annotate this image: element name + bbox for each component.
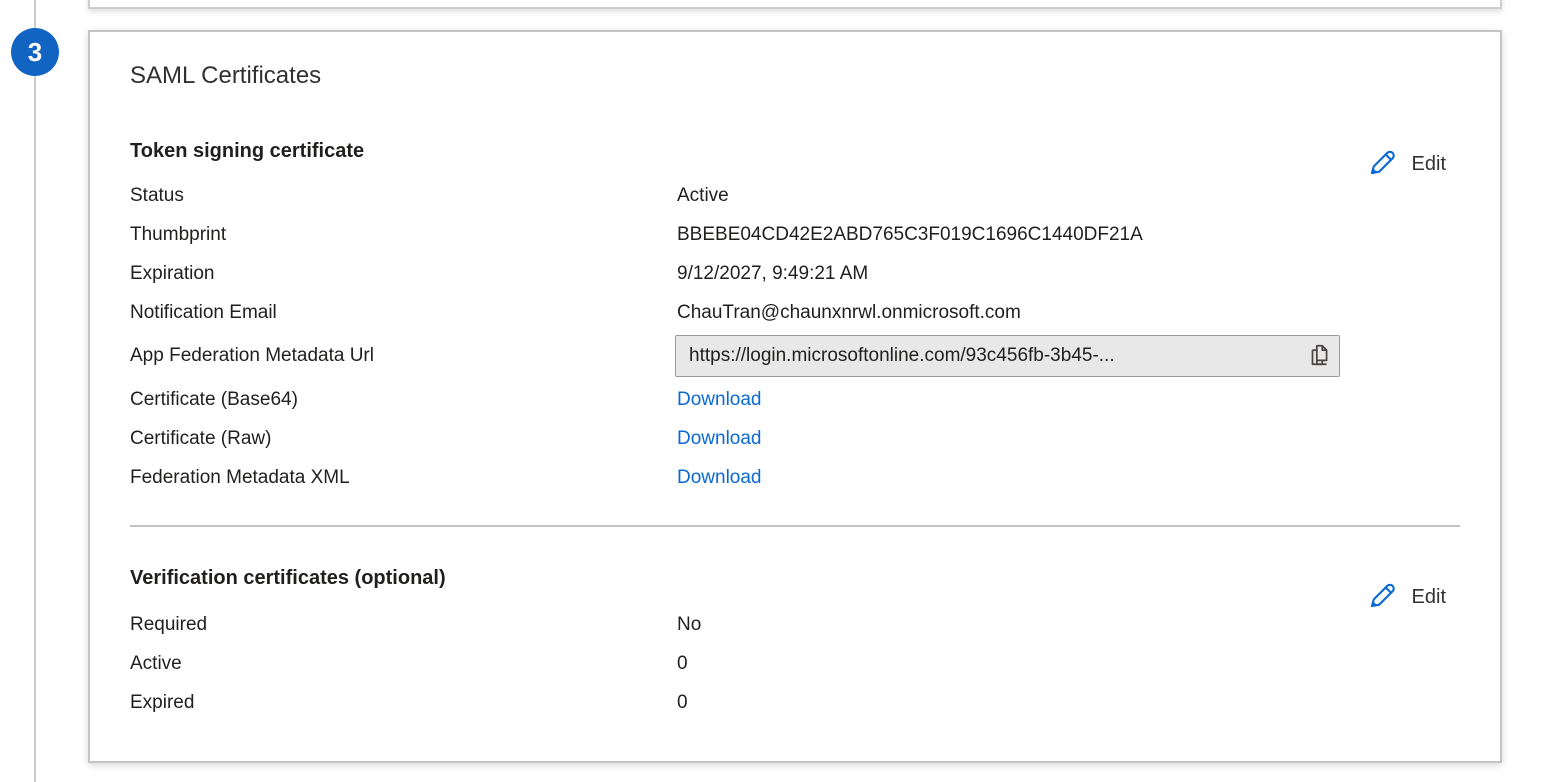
field-label: Expired <box>130 692 677 714</box>
field-label: Thumbprint <box>130 224 677 246</box>
required-value: No <box>677 614 701 636</box>
notification-email-row: Notification Email ChauTran@chaunxnrwl.o… <box>130 293 1460 332</box>
expired-count-row: Expired 0 <box>130 683 1460 722</box>
field-label: App Federation Metadata Url <box>130 345 677 367</box>
section-heading: Token signing certificate <box>130 138 1460 164</box>
previous-step-card-edge <box>88 0 1502 9</box>
active-count-value: 0 <box>677 653 688 675</box>
expiration-value: 9/12/2027, 9:49:21 AM <box>677 263 868 285</box>
certificate-raw-row: Certificate (Raw) Download <box>130 419 1460 458</box>
pencil-icon <box>1365 146 1399 183</box>
field-label: Notification Email <box>130 302 677 324</box>
federation-metadata-xml-row: Federation Metadata XML Download <box>130 458 1460 497</box>
token-signing-certificate-section: Edit Token signing certificate Status Ac… <box>130 138 1460 497</box>
step-number-badge: 3 <box>11 28 59 76</box>
panel-title: SAML Certificates <box>130 60 1460 92</box>
edit-token-signing-certificate-button[interactable]: Edit <box>1365 146 1446 183</box>
field-label: Certificate (Raw) <box>130 428 677 450</box>
edit-button-label: Edit <box>1412 153 1446 176</box>
certificate-base64-row: Certificate (Base64) Download <box>130 380 1460 419</box>
expired-count-value: 0 <box>677 692 688 714</box>
step-rail-line <box>34 0 36 782</box>
required-row: Required No <box>130 605 1460 644</box>
field-label: Required <box>130 614 677 636</box>
field-label: Status <box>130 185 677 207</box>
saml-certificates-screen: 3 SAML Certificates Edit Token signing c… <box>0 0 1544 782</box>
step-number: 3 <box>28 37 42 68</box>
verification-certificates-section: Edit Verification certificates (optional… <box>130 565 1460 722</box>
field-label: Certificate (Base64) <box>130 389 677 411</box>
active-count-row: Active 0 <box>130 644 1460 683</box>
section-divider <box>130 525 1460 527</box>
field-label: Federation Metadata XML <box>130 467 677 489</box>
copy-icon <box>1306 342 1332 371</box>
download-certificate-raw-link[interactable]: Download <box>677 428 762 450</box>
field-label: Expiration <box>130 263 677 285</box>
edit-button-label: Edit <box>1412 586 1446 609</box>
expiration-row: Expiration 9/12/2027, 9:49:21 AM <box>130 254 1460 293</box>
notification-email-value: ChauTran@chaunxnrwl.onmicrosoft.com <box>677 302 1021 324</box>
edit-verification-certificates-button[interactable]: Edit <box>1365 579 1446 616</box>
app-federation-metadata-url-field[interactable]: https://login.microsoftonline.com/93c456… <box>675 335 1340 377</box>
copy-url-button[interactable] <box>1299 336 1339 376</box>
url-field-wrapper: https://login.microsoftonline.com/93c456… <box>677 335 1340 377</box>
pencil-icon <box>1365 579 1399 616</box>
status-value: Active <box>677 185 729 207</box>
section-heading: Verification certificates (optional) <box>130 565 1460 591</box>
download-federation-metadata-xml-link[interactable]: Download <box>677 467 762 489</box>
field-label: Active <box>130 653 677 675</box>
thumbprint-row: Thumbprint BBEBE04CD42E2ABD765C3F019C169… <box>130 215 1460 254</box>
thumbprint-value: BBEBE04CD42E2ABD765C3F019C1696C1440DF21A <box>677 224 1143 246</box>
status-row: Status Active <box>130 176 1460 215</box>
app-federation-metadata-url-row: App Federation Metadata Url https://logi… <box>130 332 1460 380</box>
download-certificate-base64-link[interactable]: Download <box>677 389 762 411</box>
saml-certificates-panel: SAML Certificates Edit Token signing cer… <box>88 30 1502 763</box>
url-value: https://login.microsoftonline.com/93c456… <box>676 345 1299 367</box>
